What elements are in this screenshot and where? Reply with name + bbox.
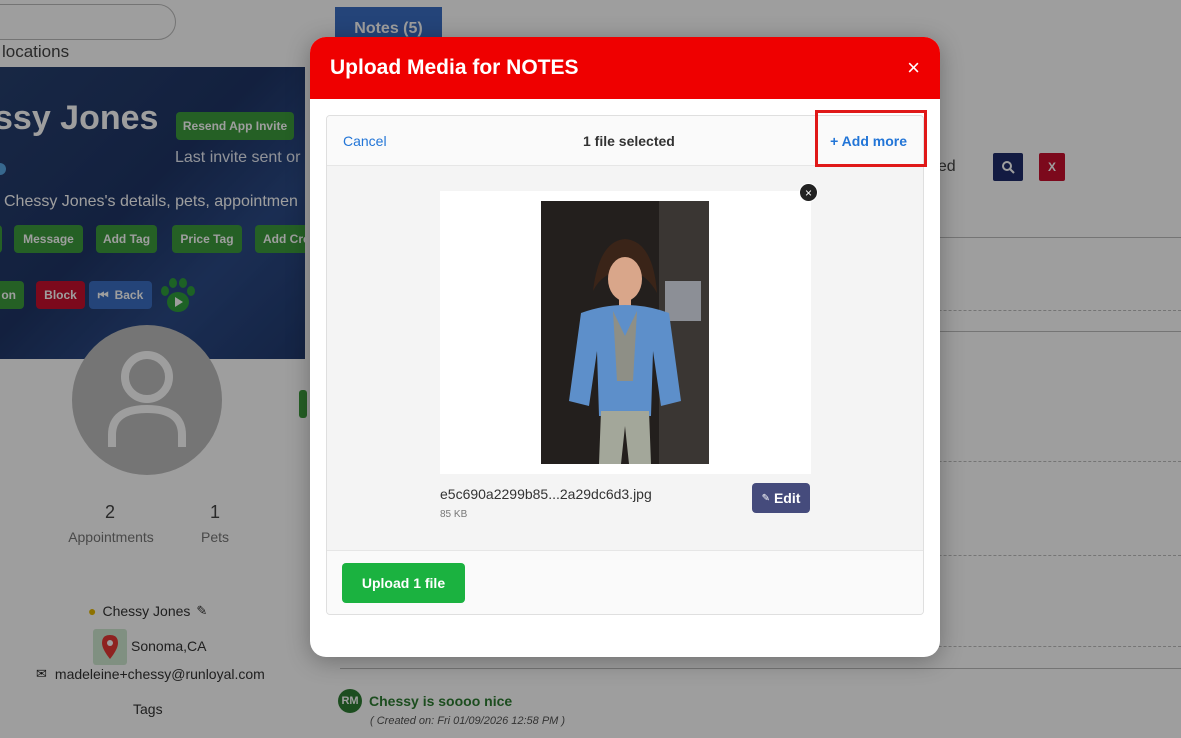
close-icon[interactable]: × bbox=[907, 57, 920, 79]
upload-button[interactable]: Upload 1 file bbox=[342, 563, 465, 603]
remove-file-button[interactable]: × bbox=[799, 183, 818, 202]
uploader-files-area: × e5c690a2299b85...2a29dc6d3.jpg 85 KB ✎… bbox=[327, 166, 923, 550]
file-preview-card bbox=[440, 191, 811, 474]
file-thumbnail bbox=[541, 201, 709, 464]
edit-button-label: Edit bbox=[773, 490, 801, 506]
edit-file-button[interactable]: ✎ Edit bbox=[752, 483, 810, 513]
file-name: e5c690a2299b85...2a29dc6d3.jpg bbox=[440, 486, 652, 502]
modal-title: Upload Media for NOTES bbox=[330, 56, 579, 79]
add-more-highlight bbox=[815, 110, 927, 167]
modal-header: Upload Media for NOTES × bbox=[310, 37, 940, 99]
file-size: 85 KB bbox=[440, 509, 468, 520]
file-uploader: Cancel 1 file selected + Add more × e5c6… bbox=[326, 115, 924, 615]
cancel-button[interactable]: Cancel bbox=[343, 133, 387, 149]
selected-count-text: 1 file selected bbox=[583, 133, 675, 149]
uploader-footer: Upload 1 file bbox=[327, 550, 923, 614]
photo-woman-denim-shirt bbox=[541, 201, 709, 464]
pencil-icon: ✎ bbox=[761, 492, 770, 504]
